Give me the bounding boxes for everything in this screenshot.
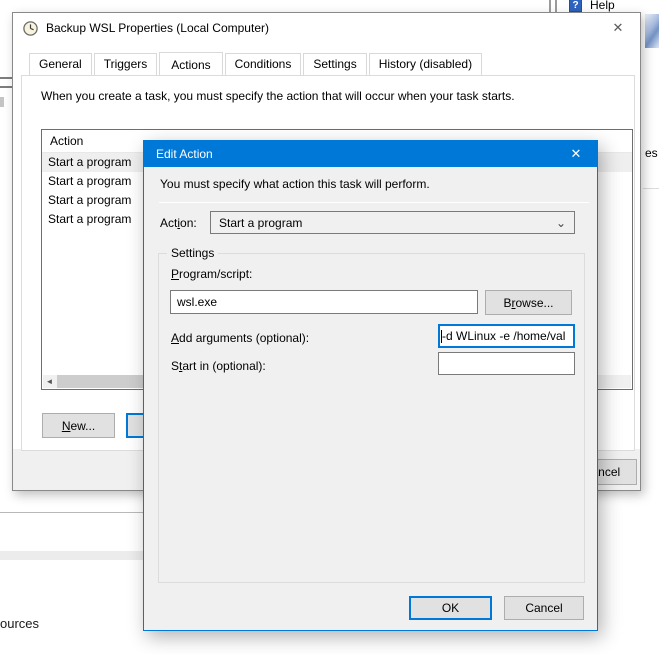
- add-arguments-value: -d WLinux -e /home/val: [442, 329, 565, 343]
- tab-conditions[interactable]: Conditions: [225, 53, 302, 76]
- chevron-down-icon: ⌄: [556, 218, 566, 228]
- add-arguments-input[interactable]: -d WLinux -e /home/val: [438, 324, 575, 348]
- scroll-left-button[interactable]: ◄: [43, 375, 56, 388]
- window-close-button[interactable]: ✕: [596, 13, 640, 43]
- dialog-close-button[interactable]: ✕: [555, 141, 597, 167]
- browse-button[interactable]: Browse...: [485, 290, 572, 315]
- new-button[interactable]: New...: [42, 413, 115, 438]
- action-select-value: Start a program: [219, 216, 302, 230]
- actions-list-header-label: Action: [50, 134, 83, 148]
- add-arguments-label: Add arguments (optional):: [171, 331, 309, 345]
- separator-line: [0, 512, 143, 513]
- action-label: Action:: [160, 216, 197, 230]
- scroll-left-icon: ◄: [46, 377, 54, 386]
- start-in-input[interactable]: [438, 352, 575, 375]
- dialog-description: You must specify what action this task w…: [160, 177, 430, 191]
- ok-button[interactable]: OK: [409, 596, 492, 620]
- text-fragment-resources: ources: [0, 616, 39, 631]
- decorative-block: [0, 97, 4, 107]
- settings-group-legend: Settings: [167, 246, 218, 260]
- help-menu[interactable]: ? Help: [569, 0, 615, 12]
- tab-actions[interactable]: Actions: [159, 52, 222, 77]
- task-description: When you create a task, you must specify…: [41, 89, 621, 103]
- list-row-stripe: [0, 551, 143, 560]
- help-icon: ?: [569, 0, 582, 12]
- separator-line: [0, 86, 12, 88]
- close-icon: ✕: [571, 146, 582, 162]
- separator-line: [0, 77, 12, 79]
- tab-triggers[interactable]: Triggers: [94, 53, 158, 76]
- cancel-button[interactable]: Cancel: [504, 596, 584, 620]
- program-script-label: Program/script:: [171, 267, 252, 281]
- task-scheduler-icon: [23, 21, 38, 36]
- window-title: Backup WSL Properties (Local Computer): [46, 21, 269, 35]
- start-in-label: Start in (optional):: [171, 359, 266, 373]
- text-fragment-right: es: [645, 146, 658, 160]
- tab-settings[interactable]: Settings: [303, 53, 366, 76]
- action-select[interactable]: Start a program ⌄: [210, 211, 575, 234]
- window-titlebar[interactable]: Backup WSL Properties (Local Computer): [13, 13, 640, 43]
- tab-history[interactable]: History (disabled): [369, 53, 482, 76]
- separator-line: [643, 188, 659, 189]
- separator-line: [159, 202, 589, 203]
- decorative-gradient: [645, 14, 659, 48]
- close-icon: ✕: [613, 20, 624, 36]
- help-menu-label: Help: [590, 0, 615, 12]
- tab-bar: General Triggers Actions Conditions Sett…: [29, 52, 484, 76]
- edit-action-dialog: Edit Action ✕ You must specify what acti…: [143, 140, 598, 631]
- dialog-titlebar[interactable]: Edit Action: [144, 141, 597, 167]
- dialog-title: Edit Action: [156, 147, 213, 161]
- program-script-input[interactable]: wsl.exe: [170, 290, 478, 314]
- tab-general[interactable]: General: [29, 53, 92, 76]
